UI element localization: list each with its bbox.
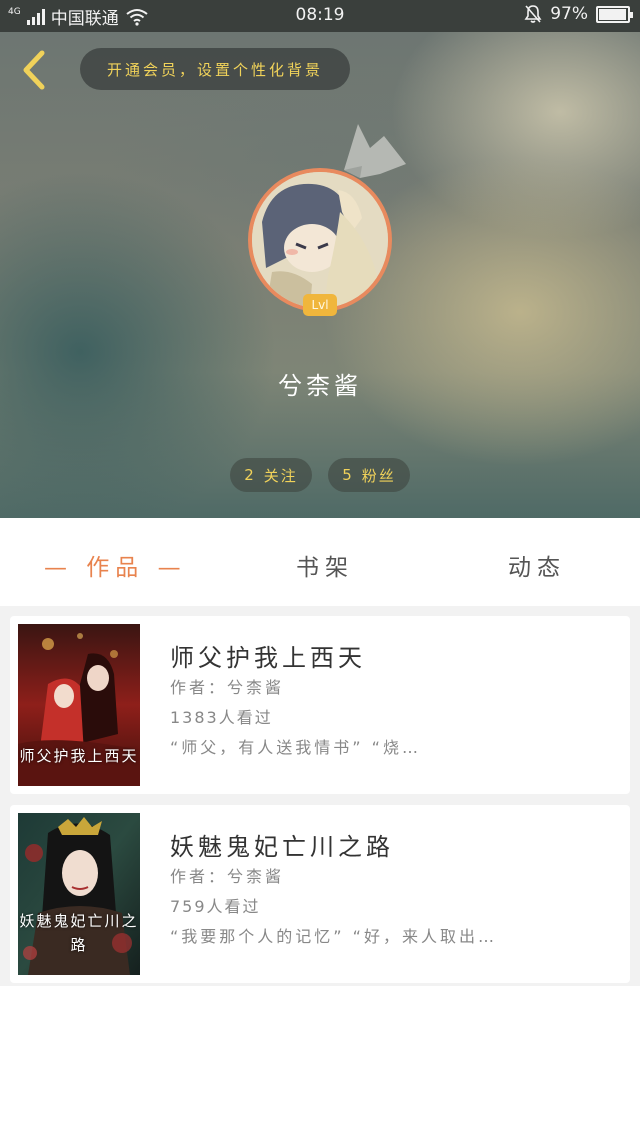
list-item[interactable]: 妖魅鬼妃亡川之路 妖魅鬼妃亡川之路 作者：兮柰酱 759人看过 “我要那个人的记…	[10, 805, 630, 983]
book-title[interactable]: 师父护我上西天	[170, 638, 366, 673]
fans-button[interactable]: 5 粉丝	[328, 458, 410, 492]
tab-activity[interactable]: 动态	[508, 548, 566, 582]
book-excerpt: “我要那个人的记忆” “好，来人取出…	[170, 927, 497, 946]
profile-tabs: — 作品 — 书架 动态	[0, 518, 640, 606]
tab-bookshelf[interactable]: 书架	[296, 548, 354, 582]
book-views: 759人看过	[170, 897, 261, 916]
username: 兮柰酱	[278, 372, 362, 400]
avatar[interactable]	[248, 168, 392, 312]
status-bar: 4G 中国联通 08:19 97%	[0, 0, 640, 32]
book-views: 1383人看过	[170, 708, 273, 727]
avatar-wrapper[interactable]	[248, 168, 392, 312]
following-button[interactable]: 2 关注	[230, 458, 312, 492]
avatar-image	[252, 172, 388, 308]
following-count: 2	[244, 466, 256, 484]
book-cover[interactable]: 妖魅鬼妃亡川之路	[18, 813, 140, 975]
cover-title: 妖魅鬼妃亡川之路	[19, 912, 139, 954]
works-list: 师父护我上西天 师父护我上西天 作者：兮柰酱 1383人看过 “师父，有人送我情…	[0, 606, 640, 986]
back-button[interactable]	[14, 48, 54, 92]
book-excerpt: “师父，有人送我情书” “烧…	[170, 738, 421, 757]
following-label: 关注	[263, 466, 298, 485]
level-badge: Lvl	[303, 294, 337, 316]
battery-percent: 97%	[550, 4, 588, 24]
fans-label: 粉丝	[361, 466, 396, 485]
book-author: 作者：兮柰酱	[170, 678, 285, 697]
book-cover[interactable]: 师父护我上西天	[18, 624, 140, 786]
chevron-left-icon	[23, 50, 45, 90]
cover-title: 师父护我上西天	[19, 747, 139, 765]
list-item[interactable]: 师父护我上西天 师父护我上西天 作者：兮柰酱 1383人看过 “师父，有人送我情…	[10, 616, 630, 794]
book-title[interactable]: 妖魅鬼妃亡川之路	[170, 827, 394, 862]
mute-bell-icon	[524, 5, 542, 23]
profile-header: 开通会员，设置个性化背景 Lvl 兮柰酱 2 关注 5 粉丝	[0, 32, 640, 518]
book-author: 作者：兮柰酱	[170, 867, 285, 886]
battery-icon	[596, 5, 633, 23]
battery-fill	[599, 8, 627, 20]
tab-works[interactable]: — 作品 —	[44, 548, 187, 582]
status-right: 97%	[524, 4, 633, 24]
fans-count: 5	[342, 466, 354, 484]
vip-background-button[interactable]: 开通会员，设置个性化背景	[80, 48, 350, 90]
